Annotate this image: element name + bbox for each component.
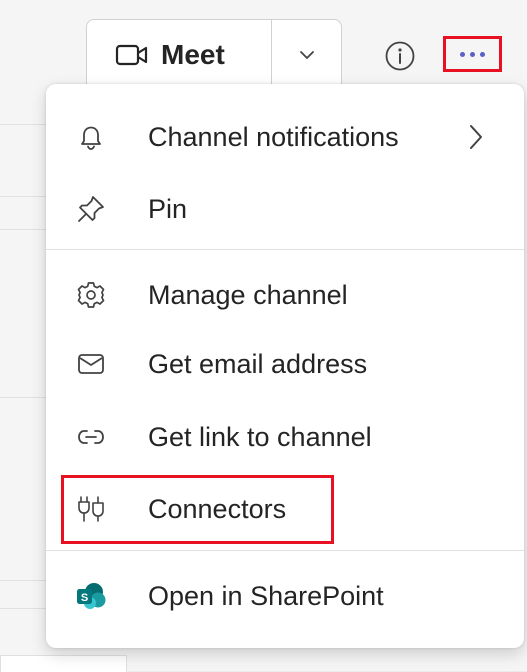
menu-item-label: Pin bbox=[148, 193, 188, 224]
info-icon bbox=[384, 40, 416, 72]
menu-item-label: Open in SharePoint bbox=[148, 580, 384, 611]
bell-icon bbox=[76, 122, 106, 152]
menu-item-manage-channel[interactable]: Manage channel bbox=[46, 260, 524, 330]
menu-item-channel-notifications[interactable]: Channel notifications bbox=[46, 102, 524, 172]
meet-button-group: Meet bbox=[86, 19, 342, 91]
menu-item-label: Channel notifications bbox=[148, 121, 399, 152]
menu-divider bbox=[46, 550, 524, 551]
video-camera-icon bbox=[115, 43, 149, 67]
mail-icon bbox=[76, 349, 106, 379]
more-options-icon bbox=[460, 51, 465, 57]
menu-item-label: Get link to channel bbox=[148, 421, 372, 452]
info-button[interactable] bbox=[384, 40, 416, 72]
menu-item-label: Get email address bbox=[148, 348, 368, 379]
chevron-right-icon bbox=[467, 122, 485, 152]
more-options-button[interactable] bbox=[443, 36, 502, 72]
menu-item-pin[interactable]: Pin bbox=[46, 174, 524, 244]
meet-button[interactable]: Meet bbox=[87, 20, 272, 90]
menu-item-get-link-to-channel[interactable]: Get link to channel bbox=[46, 402, 524, 472]
gear-icon bbox=[76, 280, 106, 310]
channel-options-menu: Channel notifications Pin Manage channel bbox=[46, 84, 524, 648]
background-tab bbox=[0, 655, 127, 672]
chevron-down-icon bbox=[299, 50, 315, 60]
sharepoint-icon: S bbox=[76, 581, 106, 611]
more-options-icon-dot bbox=[470, 51, 475, 57]
menu-divider bbox=[46, 249, 524, 250]
svg-text:S: S bbox=[81, 592, 88, 604]
menu-item-open-in-sharepoint[interactable]: S Open in SharePoint bbox=[46, 561, 524, 631]
menu-item-get-email-address[interactable]: Get email address bbox=[46, 329, 524, 399]
meet-label: Meet bbox=[161, 39, 225, 70]
menu-item-label: Manage channel bbox=[148, 279, 348, 310]
pin-icon bbox=[76, 194, 106, 224]
meet-dropdown-button[interactable] bbox=[272, 20, 341, 90]
link-icon bbox=[76, 422, 106, 452]
connectors-highlight-box bbox=[61, 475, 334, 544]
more-options-icon-dot bbox=[480, 51, 485, 57]
